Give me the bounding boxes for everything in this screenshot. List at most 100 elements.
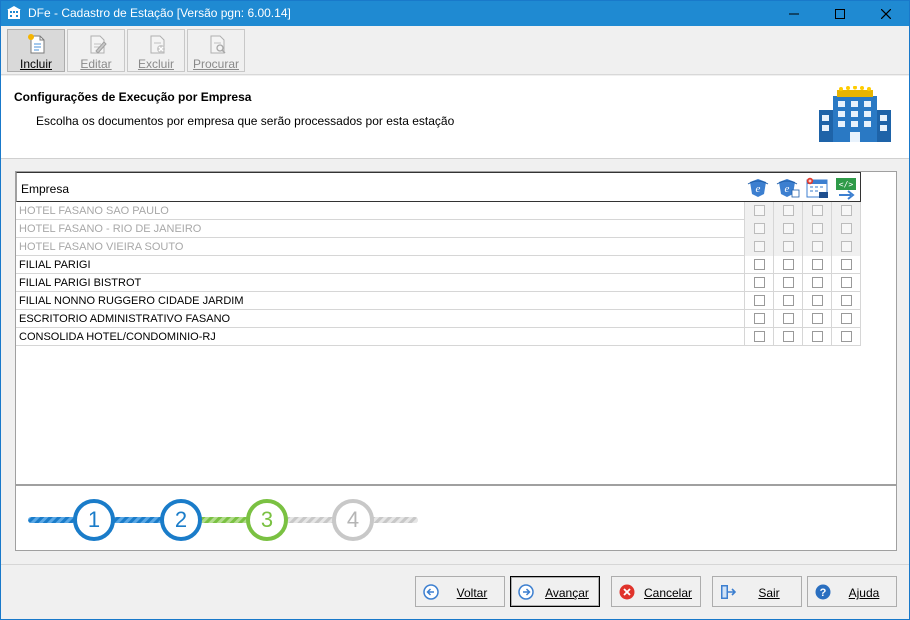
arrow-left-icon [423, 584, 439, 600]
excluir-button[interactable]: Excluir [127, 29, 185, 72]
excluir-label: Excluir [137, 57, 174, 71]
doc-checkbox-2[interactable] [783, 313, 794, 324]
doc-checkbox-4[interactable] [841, 313, 852, 324]
doc-checkbox-4[interactable] [841, 259, 852, 270]
grid-cell [831, 220, 860, 238]
search-document-icon [210, 35, 226, 54]
editar-label: Editar [80, 57, 112, 71]
grid-header: Empresa e e </> [16, 172, 861, 202]
doc-checkbox-3 [812, 223, 823, 234]
grid-cell [831, 292, 860, 310]
procurar-button[interactable]: Procurar [187, 29, 245, 72]
step-4-label: 4 [346, 507, 360, 532]
voltar-label: Voltar [456, 586, 488, 600]
table-row[interactable]: HOTEL FASANO SAO PAULO [16, 202, 861, 220]
grid-cell [773, 328, 802, 346]
close-button[interactable] [863, 1, 909, 26]
doc-checkbox-1 [754, 223, 765, 234]
grid-cell [744, 310, 773, 328]
doc-checkbox-1[interactable] [754, 331, 765, 342]
doc-checkbox-3[interactable] [812, 295, 823, 306]
doc-checkbox-1[interactable] [754, 313, 765, 324]
incluir-label: Incluir [19, 57, 52, 71]
doc-checkbox-3[interactable] [812, 259, 823, 270]
grid-cell [802, 310, 831, 328]
grid-cell [831, 256, 860, 274]
page-subtitle: Escolha os documentos por empresa que se… [36, 114, 455, 128]
delete-document-icon [150, 35, 165, 54]
avancar-button[interactable]: Avançar [510, 576, 600, 607]
cancelar-button[interactable]: Cancelar [611, 576, 701, 607]
close-icon [881, 8, 891, 19]
grid-cell [744, 328, 773, 346]
doc-checkbox-3 [812, 241, 823, 252]
main-window: DFe - Cadastro de Estação [Versão pgn: 6… [0, 0, 910, 620]
step-2-label: 2 [174, 507, 188, 532]
grid-cell [773, 310, 802, 328]
sair-button[interactable]: Sair [712, 576, 802, 607]
table-row[interactable]: CONSOLIDA HOTEL/CONDOMINIO-RJ [16, 328, 861, 346]
doc-checkbox-1 [754, 205, 765, 216]
doc-checkbox-1 [754, 241, 765, 252]
doc-checkbox-2 [783, 223, 794, 234]
table-row[interactable]: FILIAL NONNO RUGGERO CIDADE JARDIM [16, 292, 861, 310]
doc-checkbox-2[interactable] [783, 295, 794, 306]
empresa-name: FILIAL PARIGI BISTROT [19, 277, 142, 289]
grid-cell [802, 328, 831, 346]
doc-checkbox-1[interactable] [754, 277, 765, 288]
doc-checkbox-3[interactable] [812, 313, 823, 324]
table-row[interactable]: ESCRITORIO ADMINISTRATIVO FASANO [16, 310, 861, 328]
xml-download-icon[interactable]: </> [833, 176, 859, 200]
doc-checkbox-4 [841, 205, 852, 216]
grid-rows: HOTEL FASANO SAO PAULO HOTEL FASANO - RIO… [16, 202, 861, 346]
editar-button[interactable]: Editar [67, 29, 125, 72]
grid-cell [773, 238, 802, 256]
help-icon: ? [815, 584, 831, 600]
grid-cell [831, 274, 860, 292]
grid-cell [802, 256, 831, 274]
stepper-track [28, 499, 418, 541]
doc-checkbox-4[interactable] [841, 295, 852, 306]
step-3-label: 3 [260, 507, 274, 532]
doc-checkbox-3 [812, 205, 823, 216]
table-row[interactable]: FILIAL PARIGI BISTROT [16, 274, 861, 292]
doc-checkbox-3[interactable] [812, 331, 823, 342]
table-row[interactable]: HOTEL FASANO - RIO DE JANEIRO [16, 220, 861, 238]
doc-checkbox-2[interactable] [783, 331, 794, 342]
grid-cell [744, 256, 773, 274]
grid-cell [802, 274, 831, 292]
wizard-stepper: 1 2 3 4 [15, 485, 897, 551]
incluir-button[interactable]: Incluir [7, 29, 65, 72]
doc-checkbox-2[interactable] [783, 259, 794, 270]
grid-cell [831, 310, 860, 328]
wizard-header: Configurações de Execução por Empresa Es… [1, 76, 909, 159]
minimize-button[interactable] [771, 1, 817, 26]
nfe-icon[interactable]: e [746, 176, 772, 200]
grid-cell [744, 274, 773, 292]
empresa-name: HOTEL FASANO VIEIRA SOUTO [19, 241, 184, 253]
table-row[interactable]: HOTEL FASANO VIEIRA SOUTO [16, 238, 861, 256]
exit-door-icon [721, 585, 736, 599]
nfce-icon[interactable]: e [775, 176, 801, 200]
maximize-button[interactable] [817, 1, 863, 26]
doc-checkbox-4[interactable] [841, 331, 852, 342]
svg-text:?: ? [820, 587, 827, 599]
empresa-name: HOTEL FASANO - RIO DE JANEIRO [19, 223, 202, 235]
page-title: Configurações de Execução por Empresa [14, 90, 252, 104]
ajuda-button[interactable]: ? Ajuda [807, 576, 897, 607]
grid-cell [773, 220, 802, 238]
empresa-name: FILIAL PARIGI [19, 259, 91, 271]
doc-checkbox-2[interactable] [783, 277, 794, 288]
hotel-building-icon [819, 86, 891, 142]
cte-icon[interactable] [804, 176, 830, 200]
voltar-button[interactable]: Voltar [415, 576, 505, 607]
table-row[interactable]: FILIAL PARIGI [16, 256, 861, 274]
grid-cell [802, 292, 831, 310]
doc-checkbox-1[interactable] [754, 295, 765, 306]
doc-checkbox-3[interactable] [812, 277, 823, 288]
column-header-empresa: Empresa [21, 182, 70, 196]
grid-cell [802, 238, 831, 256]
cancelar-label: Cancelar [643, 586, 693, 600]
doc-checkbox-1[interactable] [754, 259, 765, 270]
doc-checkbox-4[interactable] [841, 277, 852, 288]
